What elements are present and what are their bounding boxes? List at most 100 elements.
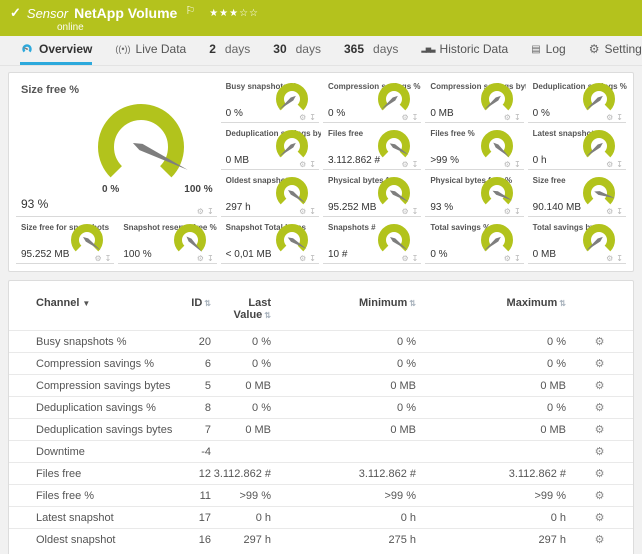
edit-channel-icon[interactable]: ⚙ <box>595 446 605 458</box>
edit-channel-icon[interactable]: ⚙ <box>595 336 605 348</box>
sensor-header: ✓ Sensor NetApp Volume ⚐ ★★★☆☆ online <box>0 0 642 36</box>
gauge-tile: Deduplication savings %0 %⚙↧ <box>526 78 628 125</box>
gear-icon[interactable]: ⚙ <box>606 114 613 122</box>
edit-channel-icon[interactable]: ⚙ <box>595 424 605 436</box>
gear-icon[interactable]: ⚙ <box>504 161 511 169</box>
gear-icon[interactable]: ⚙ <box>197 255 204 263</box>
pin-icon[interactable]: ↧ <box>412 114 419 122</box>
col-minimum[interactable]: Minimum⇅ <box>271 293 416 331</box>
pin-icon[interactable]: ↧ <box>412 208 419 216</box>
gear-icon[interactable]: ⚙ <box>401 255 408 263</box>
table-row: Deduplication savings %80 %0 %0 %⚙ <box>9 397 633 419</box>
gear-icon[interactable]: ⚙ <box>299 255 306 263</box>
table-header-row: Channel▼ ID⇅ Last Value⇅ Minimum⇅ Maximu… <box>9 293 633 331</box>
cell-id: -4 <box>179 441 211 463</box>
sensor-title: NetApp Volume <box>74 5 177 21</box>
gauge-tile: Busy snapshots %0 %⚙↧ <box>219 78 321 125</box>
gear-icon[interactable]: ⚙ <box>299 114 306 122</box>
edit-channel-icon[interactable]: ⚙ <box>595 380 605 392</box>
cell-ch: Oldest snapshot <box>9 529 179 551</box>
col-label: Last <box>211 297 271 309</box>
pin-icon[interactable]: ↧ <box>616 114 623 122</box>
cell-max <box>416 441 566 463</box>
tab-30-days[interactable]: 30 days <box>273 36 321 65</box>
pin-icon[interactable]: ↧ <box>514 255 521 263</box>
pin-icon[interactable]: ↧ <box>309 208 316 216</box>
edit-channel-icon[interactable]: ⚙ <box>595 534 605 546</box>
cell-edit: ⚙ <box>566 507 633 529</box>
cell-last: 0 MB <box>211 419 271 441</box>
gear-icon[interactable]: ⚙ <box>299 161 306 169</box>
gauge-value: 95.252 MB <box>328 202 376 213</box>
pin-icon[interactable]: ↧ <box>105 255 112 263</box>
tab-live-data[interactable]: ((•)) Live Data <box>115 36 186 65</box>
cell-min: >99 % <box>271 485 416 507</box>
col-id[interactable]: ID⇅ <box>179 293 211 331</box>
tab-log[interactable]: ▤ Log <box>531 36 565 65</box>
pin-icon[interactable]: ↧ <box>309 255 316 263</box>
tile-actions: ⚙↧ <box>401 255 418 263</box>
pin-icon[interactable]: ↧ <box>616 208 623 216</box>
col-label: Maximum <box>507 297 558 309</box>
gear-icon[interactable]: ⚙ <box>504 208 511 216</box>
edit-channel-icon[interactable]: ⚙ <box>595 512 605 524</box>
tab-2-days[interactable]: 2 days <box>209 36 250 65</box>
gear-icon[interactable]: ⚙ <box>504 255 511 263</box>
gear-icon[interactable]: ⚙ <box>606 208 613 216</box>
edit-channel-icon[interactable]: ⚙ <box>595 490 605 502</box>
col-channel[interactable]: Channel▼ <box>9 293 179 331</box>
tab-historic-data[interactable]: ▂▅▃ Historic Data <box>421 36 508 65</box>
gear-icon[interactable]: ⚙ <box>606 255 613 263</box>
tab-365-days[interactable]: 365 days <box>344 36 398 65</box>
edit-channel-icon[interactable]: ⚙ <box>595 358 605 370</box>
gauge-icon <box>20 43 34 55</box>
tab-number: 30 <box>273 42 286 56</box>
edit-channel-icon[interactable]: ⚙ <box>595 402 605 414</box>
pin-icon[interactable]: ↧ <box>207 255 214 263</box>
pin-icon[interactable]: ↧ <box>616 255 623 263</box>
tab-label: Settings <box>604 42 642 56</box>
pin-icon[interactable]: ↧ <box>514 208 521 216</box>
pin-icon[interactable]: ↧ <box>616 161 623 169</box>
gear-icon[interactable]: ⚙ <box>504 114 511 122</box>
gear-icon[interactable]: ⚙ <box>401 161 408 169</box>
col-maximum[interactable]: Maximum⇅ <box>416 293 566 331</box>
col-last-value[interactable]: Last Value⇅ <box>211 293 271 331</box>
pin-icon[interactable]: ↧ <box>309 114 316 122</box>
tab-overview[interactable]: Overview <box>20 36 92 65</box>
gear-icon[interactable]: ⚙ <box>401 114 408 122</box>
gauge-tile: Files free3.112.862 #⚙↧ <box>321 125 423 172</box>
col-label: Minimum <box>359 297 407 309</box>
gauge-title: Size free % <box>21 84 79 96</box>
tile-actions: ⚙↧ <box>94 255 111 263</box>
cell-min <box>271 441 416 463</box>
cell-edit: ⚙ <box>566 485 633 507</box>
tab-label: Log <box>546 42 566 56</box>
pin-icon[interactable]: ↧ <box>207 208 214 216</box>
gear-icon[interactable]: ⚙ <box>299 208 306 216</box>
tab-settings[interactable]: ⚙ Settings <box>589 36 642 65</box>
cell-min: 0 % <box>271 331 416 353</box>
gauge-value: 90.140 MB <box>533 202 581 213</box>
gear-icon[interactable]: ⚙ <box>401 208 408 216</box>
table-row: Compression savings bytes50 MB0 MB0 MB⚙ <box>9 375 633 397</box>
cell-max: 0 h <box>416 507 566 529</box>
cell-ch: Deduplication savings % <box>9 397 179 419</box>
gear-icon[interactable]: ⚙ <box>606 161 613 169</box>
priority-stars[interactable]: ★★★☆☆ <box>209 8 259 19</box>
gear-icon[interactable]: ⚙ <box>94 255 101 263</box>
gauge-tile: Deduplication savings bytes0 MB⚙↧ <box>219 125 321 172</box>
edit-channel-icon[interactable]: ⚙ <box>595 468 605 480</box>
flag-icon[interactable]: ⚐ <box>185 4 195 17</box>
gauge-tile: Compression savings %0 %⚙↧ <box>321 78 423 125</box>
prtg-sensor-page: ✓ Sensor NetApp Volume ⚐ ★★★☆☆ online Ov… <box>0 0 642 554</box>
pin-icon[interactable]: ↧ <box>514 114 521 122</box>
gauge-value: 0 % <box>430 249 447 260</box>
pin-icon[interactable]: ↧ <box>514 161 521 169</box>
gear-icon[interactable]: ⚙ <box>197 208 204 216</box>
gauge-scale-max: 100 % <box>184 184 212 195</box>
table-row: Oldest snapshot16297 h275 h297 h⚙ <box>9 529 633 551</box>
pin-icon[interactable]: ↧ <box>412 161 419 169</box>
pin-icon[interactable]: ↧ <box>309 161 316 169</box>
pin-icon[interactable]: ↧ <box>412 255 419 263</box>
